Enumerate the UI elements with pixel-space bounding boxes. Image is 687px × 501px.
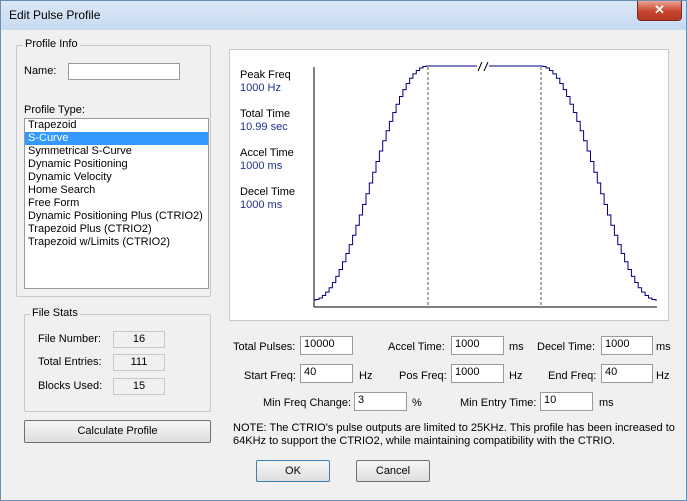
- profile-curve: [314, 65, 657, 301]
- start-freq-input[interactable]: 40: [300, 364, 353, 383]
- file-number-value: 16: [113, 331, 165, 348]
- profile-type-item[interactable]: Dynamic Velocity: [25, 171, 208, 184]
- profile-curve-chart: [313, 61, 657, 308]
- profile-info-label: Profile Info: [23, 38, 80, 50]
- pos-freq-label: Pos Freq:: [399, 370, 447, 382]
- profile-type-item[interactable]: Free Form: [25, 197, 208, 210]
- profile-type-item[interactable]: Trapezoid: [25, 119, 208, 132]
- min-entry-time-input[interactable]: 10: [540, 392, 593, 411]
- title-bar[interactable]: Edit Pulse Profile ✕: [1, 1, 686, 30]
- profile-type-list[interactable]: Trapezoid S-Curve Symmetrical S-Curve Dynam…: [24, 118, 209, 289]
- profile-type-item[interactable]: Symmetrical S-Curve: [25, 145, 208, 158]
- close-button[interactable]: ✕: [637, 1, 682, 21]
- profile-type-item[interactable]: S-Curve: [25, 132, 208, 145]
- total-entries-label: Total Entries:: [38, 356, 102, 368]
- profile-type-item[interactable]: Dynamic Positioning Plus (CTRIO2): [25, 210, 208, 223]
- close-icon: ✕: [654, 2, 665, 17]
- file-number-label: File Number:: [38, 333, 101, 345]
- min-freq-change-input[interactable]: 3: [354, 392, 407, 411]
- profile-type-item[interactable]: Home Search: [25, 184, 208, 197]
- profile-type-item[interactable]: Trapezoid Plus (CTRIO2): [25, 223, 208, 236]
- blocks-used-label: Blocks Used:: [38, 380, 103, 392]
- profile-type-label: Profile Type:: [24, 104, 85, 116]
- accel-time-input[interactable]: 1000: [451, 336, 504, 355]
- min-freq-change-label: Min Freq Change:: [263, 397, 352, 409]
- profile-type-item[interactable]: Trapezoid w/Limits (CTRIO2): [25, 236, 208, 249]
- accel-time-label: Accel Time:: [388, 341, 445, 353]
- end-freq-label: End Freq:: [548, 370, 597, 382]
- min-entry-time-label: Min Entry Time:: [460, 397, 537, 409]
- min-entry-time-unit: ms: [599, 397, 614, 409]
- pos-freq-input[interactable]: 1000: [451, 364, 504, 383]
- file-stats-label: File Stats: [30, 307, 80, 319]
- decel-time-label: Decel Time:: [537, 341, 596, 353]
- total-pulses-input[interactable]: 10000: [300, 336, 353, 355]
- cancel-button[interactable]: Cancel: [356, 460, 430, 482]
- blocks-used-value: 15: [113, 378, 165, 395]
- name-label: Name:: [24, 65, 57, 77]
- pos-freq-unit: Hz: [509, 370, 523, 382]
- end-freq-input[interactable]: 40: [601, 364, 653, 383]
- min-freq-change-unit: %: [412, 397, 422, 409]
- start-freq-unit: Hz: [359, 370, 373, 382]
- note-line-2: 64KHz to support the CTRIO2, while maint…: [233, 435, 616, 447]
- ok-button[interactable]: OK: [256, 460, 330, 482]
- start-freq-label: Start Freq:: [244, 370, 296, 382]
- calculate-profile-button[interactable]: Calculate Profile: [24, 420, 211, 443]
- axis-break-icon: [477, 61, 489, 72]
- end-freq-unit: Hz: [656, 370, 670, 382]
- profile-type-item[interactable]: Dynamic Positioning: [25, 158, 208, 171]
- window-title: Edit Pulse Profile: [9, 8, 101, 22]
- decel-time-input[interactable]: 1000: [601, 336, 653, 355]
- decel-time-unit: ms: [656, 341, 671, 353]
- total-entries-value: 111: [113, 354, 165, 371]
- note-line-1: NOTE: The CTRIO's pulse outputs are limi…: [233, 422, 675, 434]
- total-pulses-label: Total Pulses:: [233, 341, 296, 353]
- name-input[interactable]: [68, 63, 180, 80]
- accel-time-unit: ms: [509, 341, 524, 353]
